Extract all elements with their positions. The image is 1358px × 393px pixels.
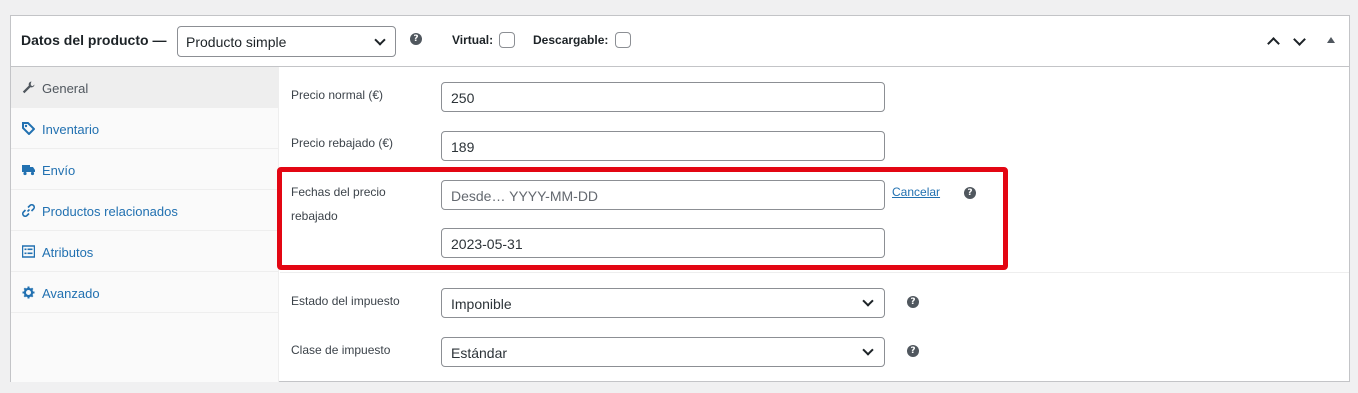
tab-general-label: General [42, 81, 89, 96]
tax-status-value: Imponible [451, 296, 512, 312]
help-icon[interactable]: ? [907, 345, 919, 357]
tax-class-select[interactable]: Estándar [441, 337, 885, 367]
virtual-label: Virtual: [452, 33, 494, 47]
product-type-select[interactable]: Producto simple [177, 26, 396, 57]
tab-avanzado[interactable]: Avanzado [11, 272, 278, 313]
regular-price-label: Precio normal (€) [291, 88, 384, 102]
wrench-icon [22, 81, 35, 94]
tab-atributos[interactable]: Atributos [11, 231, 278, 272]
chevron-up-icon [1267, 37, 1280, 50]
tab-inventario[interactable]: Inventario [11, 108, 278, 149]
tab-envio-label: Envío [42, 163, 76, 178]
tab-general[interactable]: General [11, 67, 278, 108]
tab-inventario-label: Inventario [42, 122, 100, 137]
chevron-down-icon [862, 344, 874, 356]
chevron-down-icon [374, 34, 386, 46]
regular-price-input[interactable]: 250 [441, 82, 885, 112]
tab-atributos-label: Atributos [42, 245, 94, 260]
truck-icon [22, 165, 35, 176]
product-data-tabs: General Inventario Envío Productos relac… [11, 67, 279, 382]
list-icon [22, 245, 35, 258]
tax-status-select[interactable]: Imponible [441, 288, 885, 318]
divider [280, 272, 1349, 273]
link-icon [22, 204, 35, 217]
panel-header: Datos del producto — Producto simple ? V… [11, 16, 1349, 67]
sale-dates-highlight [277, 167, 1008, 270]
downloadable-label: Descargable: [533, 33, 609, 47]
panel-title: Datos del producto — [21, 32, 167, 48]
virtual-checkbox[interactable] [499, 32, 515, 48]
sale-price-label: Precio rebajado (€) [291, 136, 394, 150]
help-icon[interactable]: ? [907, 296, 919, 308]
tab-envio[interactable]: Envío [11, 149, 278, 190]
tab-productos-relacionados-label: Productos relacionados [42, 204, 178, 219]
move-up-button[interactable] [1265, 33, 1283, 51]
chevron-down-icon [1293, 33, 1306, 46]
product-type-value: Producto simple [186, 34, 287, 50]
tag-icon [22, 122, 35, 135]
move-down-button[interactable] [1291, 33, 1309, 51]
tab-productos-relacionados[interactable]: Productos relacionados [11, 190, 278, 231]
help-icon[interactable]: ? [410, 33, 422, 45]
tax-class-label: Clase de impuesto [291, 343, 391, 357]
tab-avanzado-label: Avanzado [42, 286, 100, 301]
sale-price-input[interactable]: 189 [441, 131, 885, 161]
tax-status-label: Estado del impuesto [291, 294, 400, 308]
downloadable-checkbox[interactable] [615, 32, 631, 48]
gear-icon [22, 286, 35, 299]
tax-class-value: Estándar [451, 345, 508, 361]
chevron-down-icon [862, 295, 874, 307]
collapse-toggle-icon[interactable] [1327, 37, 1335, 43]
